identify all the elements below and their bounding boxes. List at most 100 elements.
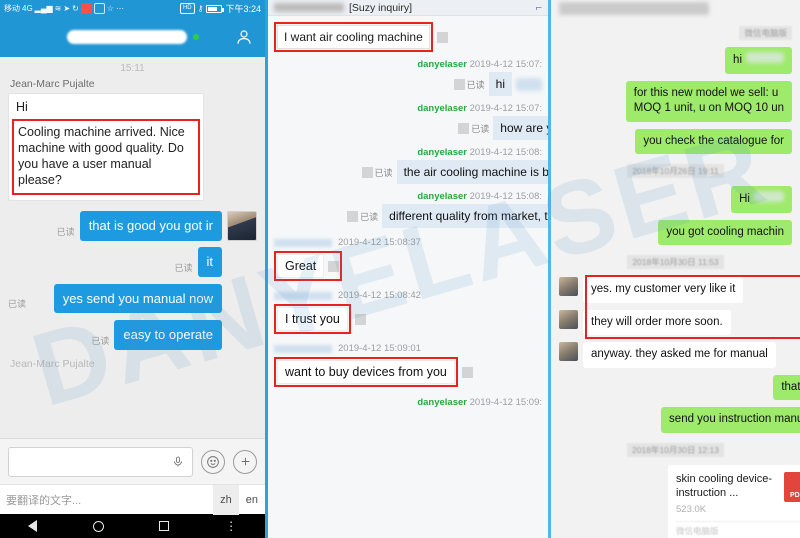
message-time: 2019-4-12 15:07:: [469, 103, 542, 114]
message-row: you got cooling machin: [559, 219, 792, 246]
redacted-blur: [516, 77, 542, 91]
sender-name-redacted: [274, 344, 332, 353]
back-triangle-icon[interactable]: [27, 520, 37, 532]
outgoing-message[interactable]: how are yo: [493, 116, 548, 140]
outgoing-message[interactable]: Hi: [731, 186, 792, 213]
file-card[interactable]: skin cooling device-instruction ... 523.…: [668, 464, 800, 538]
mobile-input-bar: [0, 438, 265, 484]
sender-username: danyelaser: [417, 59, 467, 70]
read-text: 已读: [466, 79, 485, 90]
mobile-chat-panel: 移动 4G ▂▄▆ ≋ ➤ ↻ ☆ ⋯ HD ⚷ 下午3:24 15:11 Je…: [0, 0, 265, 538]
translate-input[interactable]: 要翻译的文字...: [6, 492, 81, 508]
message-input[interactable]: [8, 446, 193, 477]
incoming-message[interactable]: I trust you: [277, 307, 348, 331]
read-receipt-label: 已读: [347, 210, 378, 223]
outgoing-bubble[interactable]: easy to operate: [114, 320, 222, 350]
message-time: 2019-4-12 15:07:: [469, 59, 542, 70]
recents-square-icon[interactable]: [159, 521, 170, 531]
outgoing-bubble[interactable]: yes send you manual now: [53, 283, 222, 314]
message-row: 已读 the air cooling machine is best u: [274, 160, 548, 184]
message-meta: danyelaser 2019-4-12 15:07:: [274, 103, 542, 114]
contact-name-redacted: [559, 2, 709, 15]
message-status-icon: [436, 31, 448, 43]
read-receipt-label: 已读: [56, 227, 75, 237]
message-text: Hi: [739, 193, 750, 206]
read-receipt-label: 已读: [174, 262, 193, 273]
highlight-box: I want air cooling machine: [274, 22, 433, 52]
incoming-message[interactable]: yes. my customer very like it: [583, 277, 744, 303]
date-divider-row: 2018年10月26日 19:11: [559, 161, 792, 179]
incoming-message[interactable]: I want air cooling machine: [277, 25, 430, 49]
mobile-chat-header: [0, 17, 265, 57]
incoming-message[interactable]: want to buy devices from you: [277, 360, 455, 384]
message-row: I want air cooling machine: [274, 22, 542, 52]
sender-username: danyelaser: [417, 103, 467, 114]
message-status-icon: [461, 366, 473, 378]
redacted-blur: [754, 191, 784, 203]
message-row: 已读 how are yo: [274, 116, 548, 140]
read-receipt-label: 已读: [91, 335, 110, 346]
expand-icon[interactable]: ⌐: [536, 2, 542, 14]
language-selector[interactable]: zh en: [213, 484, 265, 515]
outgoing-message[interactable]: you got cooling machin: [658, 219, 792, 246]
mobile-message-list[interactable]: 15:11 Jean-Marc Pujalte Hi Cooling machi…: [0, 57, 265, 438]
lang-target[interactable]: en: [239, 485, 265, 515]
outgoing-message[interactable]: for this new model we sell: u MOQ 1 unit…: [625, 80, 792, 122]
message-status-icon: [347, 210, 359, 222]
outgoing-message[interactable]: send you instruction manual l: [661, 407, 800, 433]
message-row: 已读 different quality from market, trust …: [274, 204, 548, 228]
avatar[interactable]: [559, 309, 578, 329]
date-divider: 2018年10月30日 12:13: [627, 442, 724, 457]
key-icon: ⚷: [197, 3, 204, 13]
add-attachment-button[interactable]: [233, 449, 257, 474]
highlight-box: Great: [274, 251, 343, 281]
microphone-icon[interactable]: [172, 454, 184, 470]
message-text: hi: [733, 54, 742, 66]
file-source-label: 微信电脑版: [676, 521, 800, 538]
avatar[interactable]: [559, 342, 578, 362]
outgoing-message[interactable]: you check the catalogue for: [635, 128, 792, 155]
message-row: they will order more soon.: [559, 309, 792, 336]
outgoing-message[interactable]: hi: [488, 72, 512, 96]
highlight-box: want to buy devices from you: [274, 357, 458, 387]
message-meta: 2019-4-12 15:09:01: [274, 343, 542, 354]
emoji-button[interactable]: [201, 449, 225, 474]
message-meta: danyelaser 2019-4-12 15:08:: [274, 191, 542, 202]
message-row: want to buy devices from you: [274, 357, 542, 387]
lang-source[interactable]: zh: [213, 484, 239, 515]
wifi-icon: ≋: [54, 3, 62, 13]
home-circle-icon[interactable]: [92, 520, 104, 532]
incoming-message[interactable]: anyway. they asked me for manual: [583, 342, 776, 368]
overflow-menu-icon[interactable]: ⋮: [225, 520, 237, 532]
avatar[interactable]: [559, 277, 578, 297]
incoming-message[interactable]: Great: [277, 254, 325, 278]
outgoing-message[interactable]: different quality from market, trust m: [382, 204, 548, 228]
outgoing-message-row: 已读 that is good you got ir: [8, 211, 257, 241]
desktop-message-list[interactable]: I want air cooling machine danyelaser 20…: [268, 16, 548, 408]
sender-username: danyelaser: [417, 147, 467, 158]
hd-icon: HD: [179, 3, 195, 14]
sender-username: danyelaser: [417, 397, 467, 408]
outgoing-message[interactable]: the air cooling machine is best u: [396, 160, 548, 184]
desktop-chat-panel: [Suzy inquiry] ⌐ I want air cooling mach…: [265, 0, 548, 538]
outgoing-message-row: 已读 yes send you manual now: [8, 283, 257, 314]
message-meta: danyelaser 2019-4-12 15:09:: [274, 397, 542, 408]
incoming-message[interactable]: they will order more soon.: [583, 309, 731, 336]
message-row: send you instruction manual l: [559, 407, 800, 433]
outgoing-message[interactable]: that is go: [773, 374, 800, 401]
message-row: Hi: [559, 186, 792, 213]
composite-screenshot: 移动 4G ▂▄▆ ≋ ➤ ↻ ☆ ⋯ HD ⚷ 下午3:24 15:11 Je…: [0, 0, 800, 538]
avatar[interactable]: [227, 211, 257, 241]
read-text: 已读: [471, 123, 490, 134]
profile-icon[interactable]: [235, 28, 253, 46]
file-card-top: skin cooling device-instruction ... 523.…: [676, 471, 800, 515]
read-receipt-label: 已读: [453, 78, 485, 91]
incoming-bubble[interactable]: Hi Cooling machine arrived. Nice machine…: [8, 93, 204, 201]
message-time: 2019-4-12 15:08:: [469, 191, 542, 202]
outgoing-message[interactable]: hi: [725, 47, 792, 74]
outgoing-bubble[interactable]: it: [197, 247, 222, 277]
wechat-message-list[interactable]: 微信电脑版 hi for this new model we sell: u M…: [551, 22, 800, 538]
message-row: yes. my customer very like it: [559, 277, 792, 303]
message-status-icon: [328, 260, 340, 272]
outgoing-bubble[interactable]: that is good you got ir: [79, 211, 222, 241]
